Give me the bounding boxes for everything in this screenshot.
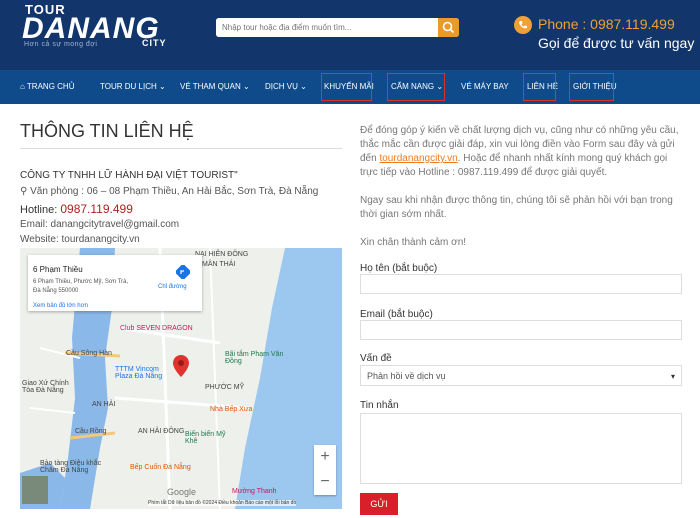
chevron-down-icon: ⌄ [158, 82, 166, 91]
zoom-out-button[interactable]: − [314, 470, 336, 495]
form-thanks: Xin chân thành cảm ơn! [360, 237, 467, 248]
search-icon [442, 21, 455, 34]
map-pin-icon[interactable] [173, 355, 189, 377]
map-attribution[interactable]: Phím tắt Dữ liệu bản đồ ©2024 Điều khoản… [148, 500, 297, 506]
submit-button[interactable]: GỬI [360, 493, 398, 515]
map-label: Nhà Bếp Xưa [210, 406, 253, 413]
phone-number[interactable]: Phone : 0987.119.499 [538, 16, 675, 32]
website-link[interactable]: tourdanangcity.vn [379, 153, 457, 164]
map-label: Cầu Sông Hàn [66, 350, 112, 357]
zoom-in-button[interactable]: + [314, 445, 336, 470]
map-label: Giao Xứ Chính Tòa Đà Nẵng [22, 380, 69, 394]
map-label: AN HẢI [92, 401, 116, 408]
map-marker-icon: ⚲ [20, 186, 28, 197]
subject-select-value: Phản hồi về dịch vụ [367, 371, 446, 381]
map-label: Bếp Cuốn Đà Nẵng [130, 464, 191, 471]
nav-item-tickets[interactable]: VÉ THAM QUAN ⌄ [180, 82, 250, 91]
search-input[interactable] [216, 18, 438, 37]
form-intro: Để đóng góp ý kiến về chất lượng dịch vụ… [360, 124, 685, 180]
title-divider [20, 148, 342, 149]
directions-icon[interactable] [176, 265, 190, 279]
info-card-address: 6 Phạm Thiều, Phước Mỹ, Sơn Trà, Đà Nẵng… [33, 279, 129, 294]
map-label: Mường Thanh [232, 488, 277, 495]
phone-icon [514, 16, 532, 34]
subject-select[interactable]: Phản hồi về dịch vụ ▾ [360, 365, 682, 386]
nav-label: DỊCH VỤ [265, 82, 298, 91]
company-name: CÔNG TY TNHH LỮ HÀNH ĐẠI VIỆT TOURIST" [20, 170, 238, 181]
map-label: TTTM Vincom Plaza Đà Nẵng [115, 366, 163, 380]
view-larger-map-link[interactable]: Xem bản đồ lớn hơn [33, 303, 88, 309]
map-zoom-control: + − [314, 445, 336, 495]
map-label: AN HẢI ĐÔNG [138, 428, 185, 435]
home-icon: ⌂ [20, 82, 25, 91]
page-title: THÔNG TIN LIÊN HỆ [20, 121, 194, 141]
logo-tagline: Hơn cả sự mong đợi [24, 41, 98, 48]
logo-city-text: CITY [142, 38, 167, 48]
nav-item-flights[interactable]: VÉ MÁY BAY [461, 82, 509, 91]
message-label: Tin nhắn [360, 400, 399, 411]
nav-highlight-handbook [387, 73, 445, 101]
nav-highlight-contact [523, 73, 556, 101]
map-label: Biển biển Mỹ Khê [185, 431, 226, 445]
map-label: Cầu Rồng [75, 428, 107, 435]
form-response-note: Ngay sau khi nhận được thông tin, chúng … [360, 195, 673, 220]
website-line[interactable]: Website: tourdanangcity.vn [20, 234, 140, 245]
nav-item-tours[interactable]: TOUR DU LỊCH ⌄ [100, 82, 166, 91]
map-label: NẠI HIÊN ĐÔNG [195, 251, 249, 258]
subject-label: Vấn đề [360, 353, 392, 364]
nav-label: TOUR DU LỊCH [100, 82, 157, 91]
nav-label: VÉ MÁY BAY [461, 82, 509, 91]
directions-link[interactable]: Chỉ đường [158, 284, 187, 290]
map-label: Bãi tắm Phạm Văn Đồng [225, 351, 284, 365]
google-logo: Google [167, 487, 197, 497]
phone-subtitle: Gọi để được tư vấn ngay [538, 35, 695, 51]
office-address: ⚲ Văn phòng : 06 – 08 Phạm Thiều, An Hải… [20, 186, 318, 197]
search-button[interactable] [438, 18, 459, 37]
search-bar [216, 18, 459, 37]
nav-item-services[interactable]: DỊCH VỤ ⌄ [265, 82, 307, 91]
name-field[interactable] [360, 274, 682, 294]
chevron-down-icon: ▾ [670, 372, 675, 381]
email-field[interactable] [360, 320, 682, 340]
chevron-down-icon: ⌄ [242, 82, 250, 91]
office-address-text: Văn phòng : 06 – 08 Phạm Thiều, An Hải B… [30, 186, 319, 197]
info-card-title: 6 Phạm Thiều [33, 265, 83, 274]
map-label: MÂN THÁI [202, 261, 236, 268]
map-info-card: 6 Phạm Thiều 6 Phạm Thiều, Phước Mỹ, Sơn… [28, 255, 202, 311]
name-label: Họ tên (bắt buộc) [360, 263, 438, 274]
map-label: Club SEVEN DRAGON [120, 325, 193, 332]
nav-highlight-about [569, 73, 614, 101]
message-textarea[interactable] [360, 413, 682, 484]
email-line[interactable]: Email: danangcitytravel@gmail.com [20, 219, 179, 230]
nav-highlight-promotions [321, 73, 372, 101]
map-label: PHƯỚC MỸ [205, 384, 245, 391]
map-label: Bảo tàng Điêu khắc Chăm Đà Nẵng [40, 460, 102, 474]
hotline-line: Hotline: 0987.119.499 [20, 202, 133, 216]
site-header: TOUR DANANG Hơn cả sự mong đợi CITY Phon… [0, 0, 700, 70]
chevron-down-icon: ⌄ [300, 82, 307, 91]
email-label: Email (bắt buộc) [360, 309, 433, 320]
hotline-label: Hotline: [20, 204, 58, 216]
hotline-number[interactable]: 0987.119.499 [60, 202, 133, 216]
nav-label: VÉ THAM QUAN [180, 82, 241, 91]
google-map[interactable]: NẠI HIÊN ĐÔNG MÂN THÁI Club SEVEN DRAGON… [20, 248, 342, 509]
nav-item-home[interactable]: ⌂ TRANG CHỦ [20, 82, 74, 91]
nav-label: TRANG CHỦ [26, 82, 75, 91]
